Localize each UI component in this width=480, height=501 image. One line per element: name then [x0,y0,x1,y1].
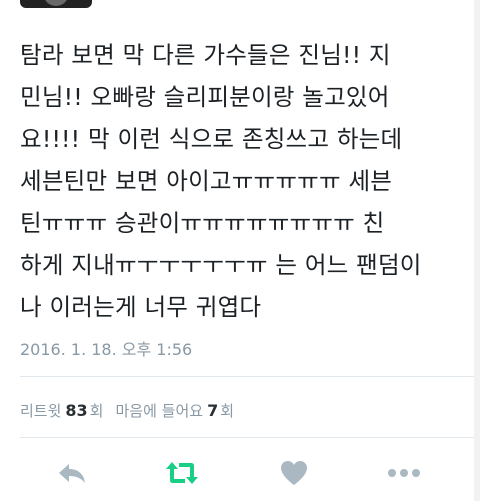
tweet-actions [0,455,480,495]
like-button[interactable] [274,455,314,491]
retweet-icon [166,462,198,484]
retweets-count: 83 [65,401,88,420]
retweet-stats[interactable]: 리트윗 83 회 [20,400,103,421]
retweets-unit: 회 [89,402,104,420]
retweets-label: 리트윗 [20,402,62,420]
retweet-button[interactable] [162,455,202,491]
tweet-stats: 리트윗 83 회 마음에 들어요 7 회 [20,400,246,421]
tweet-text: 탐라 보면 막 다른 가수들은 진님!! 지 민님!! 오빠랑 슬리피분이랑 놀… [20,41,422,321]
reply-icon [59,464,85,483]
heart-icon [281,461,307,485]
tweet-timestamp[interactable]: 2016. 1. 18. 오후 1:56 [20,336,192,360]
avatar[interactable] [20,0,92,8]
divider [20,376,480,377]
scrollbar[interactable] [474,0,480,501]
like-stats[interactable]: 마음에 들어요 7 회 [115,400,234,421]
more-button[interactable] [384,455,424,491]
likes-count: 7 [207,401,219,420]
more-icon [388,469,420,477]
divider [20,437,480,438]
reply-button[interactable] [52,455,92,491]
likes-label: 마음에 들어요 [115,402,204,420]
likes-unit: 회 [220,402,235,420]
